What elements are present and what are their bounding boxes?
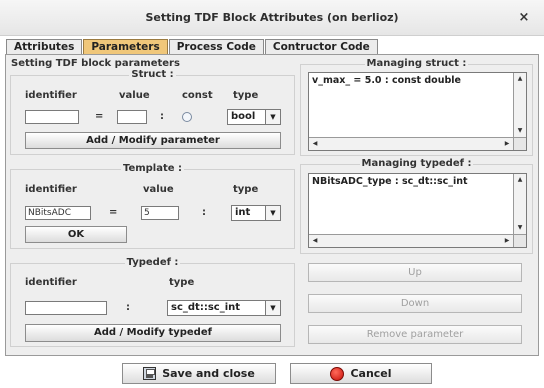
managing-typedef-group: Managing typedef : NBitsADC_type : sc_dt… — [300, 158, 533, 254]
typedef-type-select[interactable]: sc_dt::sc_int ▼ — [167, 300, 281, 316]
struct-value-label: value — [119, 90, 150, 101]
stop-sign-icon — [330, 366, 345, 381]
parameters-panel: Setting TDF block parameters Struct : id… — [5, 54, 539, 356]
scroll-right-arrow-icon[interactable]: ▶ — [501, 138, 513, 150]
chevron-down-icon: ▼ — [265, 301, 280, 315]
cancel-label: Cancel — [350, 367, 392, 380]
template-identifier-input[interactable]: NBitsADC — [25, 206, 91, 220]
window-title: Setting TDF Block Attributes (on berlioz… — [0, 0, 544, 36]
save-and-close-button[interactable]: Save and close — [122, 363, 276, 384]
template-type-value: int — [235, 207, 251, 218]
scroll-down-arrow-icon[interactable]: ▼ — [514, 222, 526, 234]
struct-colon: : — [160, 111, 164, 122]
typedef-colon: : — [126, 302, 130, 313]
horizontal-scrollbar[interactable]: ◀ ▶ — [309, 234, 513, 247]
managing-typedef-title: Managing typedef : — [359, 158, 474, 169]
scroll-corner — [513, 137, 526, 150]
floppy-disk-icon — [143, 367, 157, 380]
template-value-label: value — [143, 184, 174, 195]
setting-block-title: Setting TDF block parameters — [11, 58, 180, 69]
scroll-down-arrow-icon[interactable]: ▼ — [514, 125, 526, 137]
tab-constructor-code[interactable]: Contructor Code — [264, 39, 378, 54]
template-colon: : — [202, 207, 206, 218]
typedef-identifier-input[interactable] — [25, 301, 107, 315]
vertical-scrollbar[interactable]: ▲ ▼ — [513, 174, 526, 234]
close-icon[interactable]: × — [514, 0, 534, 36]
template-ok-button[interactable]: OK — [25, 226, 127, 243]
scroll-up-arrow-icon[interactable]: ▲ — [514, 174, 526, 186]
template-value-input[interactable]: 5 — [141, 206, 179, 220]
typedef-type-label: type — [169, 277, 195, 288]
struct-type-value: bool — [231, 111, 256, 122]
template-identifier-label: identifier — [25, 184, 77, 195]
template-group-title: Template : — [120, 163, 185, 174]
managing-struct-title: Managing struct : — [364, 58, 469, 69]
chevron-down-icon: ▼ — [265, 206, 280, 220]
managing-typedef-list[interactable]: NBitsADC_type : sc_dt::sc_int ▲ ▼ ◀ ▶ — [308, 173, 527, 248]
add-modify-parameter-button[interactable]: Add / Modify parameter — [25, 132, 281, 149]
list-item[interactable]: v_max_ = 5.0 : const double — [312, 75, 461, 86]
struct-identifier-label: identifier — [25, 90, 77, 101]
template-type-label: type — [233, 184, 259, 195]
struct-const-radio[interactable] — [182, 112, 192, 122]
scroll-up-arrow-icon[interactable]: ▲ — [514, 73, 526, 85]
remove-parameter-button[interactable]: Remove parameter — [308, 325, 522, 344]
template-equals-sign: = — [109, 207, 118, 218]
save-and-close-label: Save and close — [162, 367, 255, 380]
down-button[interactable]: Down — [308, 294, 522, 313]
struct-type-select[interactable]: bool ▼ — [227, 109, 281, 125]
managing-struct-group: Managing struct : v_max_ = 5.0 : const d… — [300, 58, 533, 156]
managing-struct-list[interactable]: v_max_ = 5.0 : const double ▲ ▼ ◀ ▶ — [308, 72, 527, 151]
scroll-corner — [513, 234, 526, 247]
tab-bar: Attributes Parameters Process Code Contr… — [6, 39, 379, 54]
tab-process-code[interactable]: Process Code — [168, 39, 264, 54]
cancel-button[interactable]: Cancel — [290, 363, 432, 384]
struct-group: Struct : identifier value const type = :… — [10, 69, 295, 155]
tab-parameters[interactable]: Parameters — [83, 39, 168, 54]
add-modify-typedef-button[interactable]: Add / Modify typedef — [25, 324, 281, 342]
typedef-group: Typedef : identifier type : sc_dt::sc_in… — [10, 257, 295, 347]
up-button[interactable]: Up — [308, 263, 522, 282]
typedef-type-value: sc_dt::sc_int — [171, 302, 241, 313]
struct-identifier-input[interactable] — [25, 110, 79, 124]
struct-group-title: Struct : — [129, 69, 176, 80]
struct-equals-sign: = — [95, 111, 104, 122]
struct-value-input[interactable] — [117, 110, 147, 124]
vertical-scrollbar[interactable]: ▲ ▼ — [513, 73, 526, 137]
typedef-identifier-label: identifier — [25, 277, 77, 288]
horizontal-scrollbar[interactable]: ◀ ▶ — [309, 137, 513, 150]
scroll-left-arrow-icon[interactable]: ◀ — [309, 138, 321, 150]
struct-type-label: type — [233, 90, 259, 101]
list-item[interactable]: NBitsADC_type : sc_dt::sc_int — [312, 176, 468, 187]
template-group: Template : identifier value type NBitsAD… — [10, 163, 295, 249]
template-type-select[interactable]: int ▼ — [231, 205, 281, 221]
tab-attributes[interactable]: Attributes — [6, 39, 83, 54]
scroll-right-arrow-icon[interactable]: ▶ — [501, 235, 513, 247]
struct-const-label: const — [182, 90, 213, 101]
scroll-left-arrow-icon[interactable]: ◀ — [309, 235, 321, 247]
chevron-down-icon: ▼ — [265, 110, 280, 124]
typedef-group-title: Typedef : — [124, 257, 181, 268]
